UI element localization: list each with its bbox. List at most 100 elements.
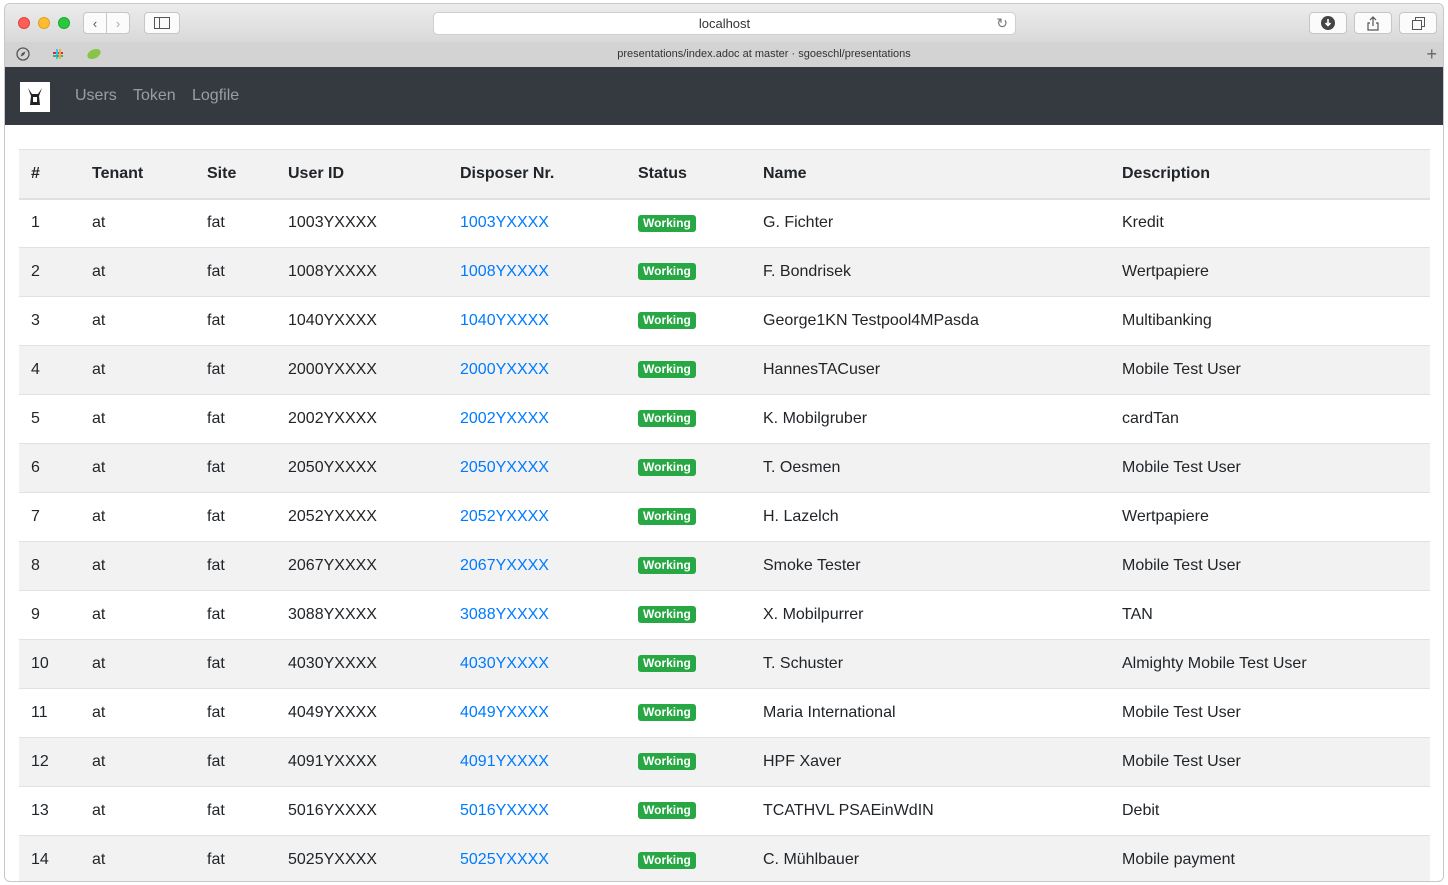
column-header[interactable]: Status [626,149,751,200]
cell-status: Working [626,443,751,493]
disposer-link[interactable]: 2000YXXXX [460,361,549,378]
tenant-text: at [92,655,106,672]
leaf-icon[interactable] [83,45,105,63]
cell-num: 5 [19,394,80,444]
tab-overview-button[interactable] [1399,12,1437,34]
column-header[interactable]: Disposer Nr. [448,149,626,200]
downloads-button[interactable] [1309,12,1347,34]
name-text: HPF Xaver [763,753,842,770]
chevron-left-icon: ‹ [92,15,98,31]
num-text: 4 [31,361,40,378]
num-text: 6 [31,459,40,476]
cell-tenant: at [80,737,195,787]
user-id-text: 2052YXXXX [288,508,377,525]
tenant-text: at [92,753,106,770]
cell-user-id: 2050YXXXX [276,443,448,493]
cell-tenant: at [80,394,195,444]
description-text: Multibanking [1122,312,1212,329]
disposer-link[interactable]: 1003YXXXX [460,214,549,231]
description-text: Debit [1122,802,1160,819]
cell-description: Kredit [1110,198,1430,248]
site-text: fat [207,753,225,770]
cell-user-id: 1003YXXXX [276,198,448,248]
nav-link-users[interactable]: Users [75,85,117,107]
tenant-text: at [92,214,106,232]
cell-user-id: 4049YXXXX [276,688,448,738]
minimize-window-button[interactable] [38,17,50,29]
disposer-link[interactable]: 2067YXXXX [460,557,549,574]
cell-status: Working [626,247,751,297]
tenant-text: at [92,557,106,574]
disposer-link[interactable]: 2002YXXXX [460,410,549,427]
tab-active[interactable]: presentations/index.adoc at master · sgo… [115,42,1413,67]
share-icon [1367,15,1379,31]
cell-tenant: at [80,835,195,881]
nav-link-token[interactable]: Token [133,85,176,107]
column-header[interactable]: Site [195,149,276,200]
tenant-text: at [92,312,106,329]
app-logo-icon[interactable] [20,82,50,112]
new-tab-icon[interactable]: + [1426,44,1437,64]
num-text: 2 [31,263,40,280]
tenant-text: at [92,508,106,525]
forward-button[interactable]: › [106,12,130,34]
disposer-link[interactable]: 4091YXXXX [460,753,549,770]
disposer-link[interactable]: 2050YXXXX [460,459,549,476]
site-text: fat [207,704,225,721]
cell-site: fat [195,639,276,689]
disposer-link[interactable]: 1040YXXXX [460,312,549,329]
table-header-row: # Tenant Site User ID Disposer Nr. Statu… [19,149,1430,200]
cell-num: 14 [19,835,80,881]
name-text: T. Oesmen [763,459,841,476]
column-header[interactable]: User ID [276,149,448,200]
name-text: George1KN Testpool4MPasda [763,312,979,329]
name-text: Smoke Tester [763,557,861,574]
cell-name: George1KN Testpool4MPasda [751,296,1110,346]
close-window-button[interactable] [18,17,30,29]
cell-status: Working [626,737,751,787]
zoom-window-button[interactable] [58,17,70,29]
compass-icon[interactable] [12,45,34,63]
disposer-link[interactable]: 3088YXXXX [460,606,549,623]
cell-tenant: at [80,296,195,346]
table-row: 12 at fat 4091YXXXX 4091YXXXX Working HPF Xave… [19,737,1430,787]
status-badge: Working [638,459,696,477]
column-header[interactable]: Tenant [80,149,195,200]
share-button[interactable] [1354,12,1392,34]
description-text: Mobile Test User [1122,361,1241,378]
site-text: fat [207,508,225,525]
cell-description: Mobile Test User [1110,737,1430,787]
disposer-link[interactable]: 5016YXXXX [460,802,549,819]
table-row: 10 at fat 4030YXXXX 4030YXXXX Working T. Schus… [19,639,1430,689]
column-header[interactable]: Name [751,149,1110,200]
disposer-link[interactable]: 4049YXXXX [460,704,549,721]
disposer-link[interactable]: 5025YXXXX [460,851,549,868]
name-text: H. Lazelch [763,508,839,525]
cell-num: 6 [19,443,80,493]
name-text: C. Mühlbauer [763,851,860,869]
cell-description: TAN [1110,590,1430,640]
cell-tenant: at [80,590,195,640]
cell-user-id: 4030YXXXX [276,639,448,689]
cell-site: fat [195,492,276,542]
num-text: 9 [31,606,40,623]
site-text: fat [207,557,225,574]
sidebar-toggle-button[interactable] [144,12,180,34]
status-badge: Working [638,410,696,428]
cell-status: Working [626,590,751,640]
cell-disposer: 1008YXXXX [448,247,626,297]
column-header[interactable]: # [19,149,80,200]
reload-icon[interactable]: ↻ [996,13,1008,34]
column-header[interactable]: Description [1110,149,1430,200]
nav-link-logfile[interactable]: Logfile [192,85,239,107]
disposer-link[interactable]: 1008YXXXX [460,263,549,280]
slack-icon[interactable] [47,45,69,63]
cell-name: HPF Xaver [751,737,1110,787]
disposer-link[interactable]: 4030YXXXX [460,655,549,672]
address-bar[interactable]: localhost ↻ [433,12,1016,35]
back-button[interactable]: ‹ [83,12,107,34]
name-text: T. Schuster [763,655,844,672]
cell-user-id: 2067YXXXX [276,541,448,591]
disposer-link[interactable]: 2052YXXXX [460,508,549,525]
cell-user-id: 2052YXXXX [276,492,448,542]
